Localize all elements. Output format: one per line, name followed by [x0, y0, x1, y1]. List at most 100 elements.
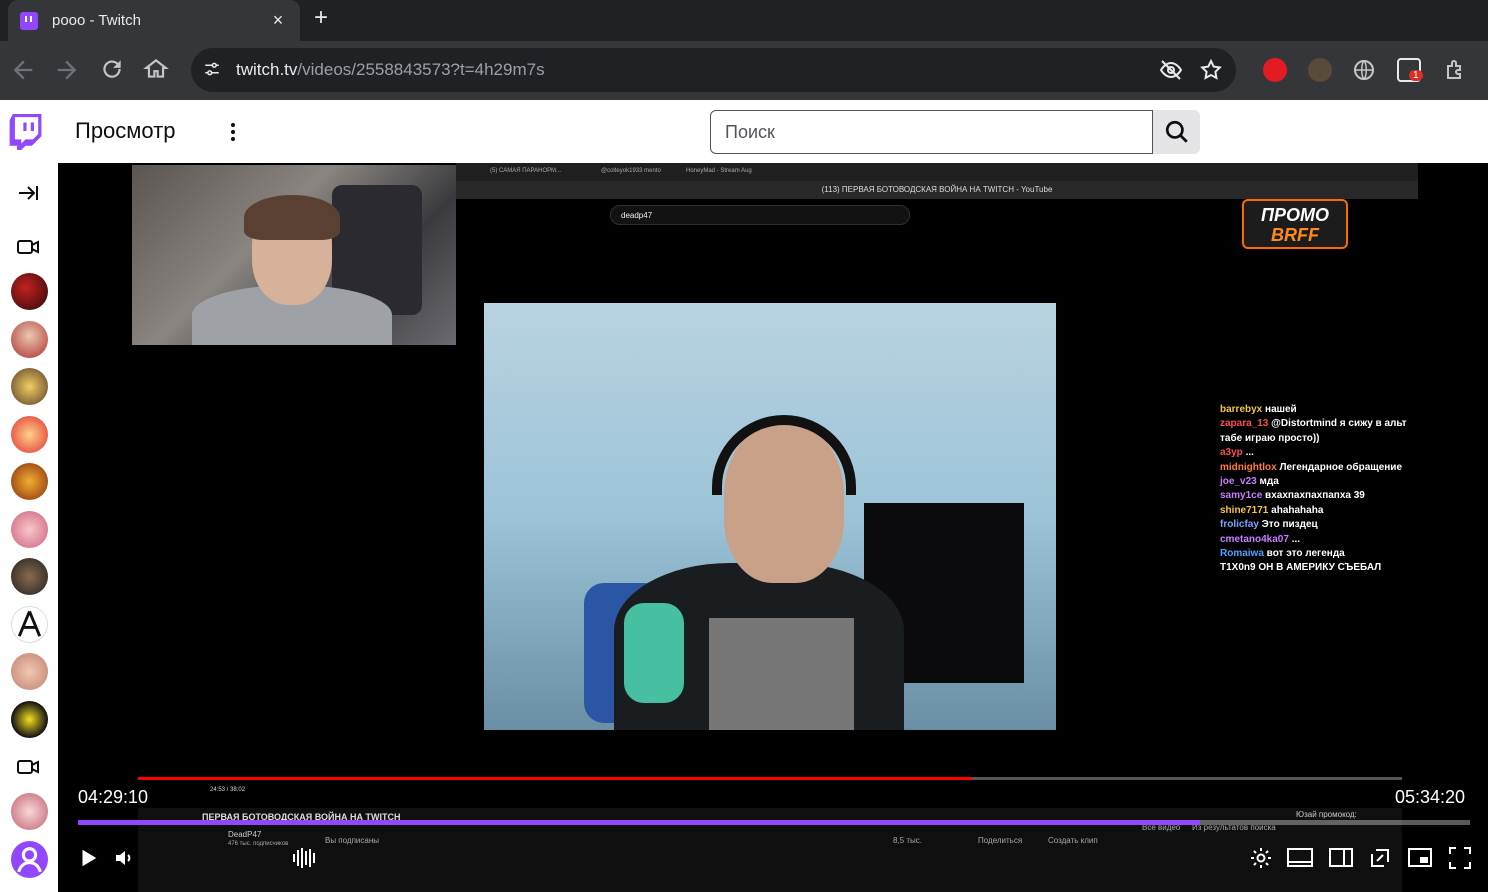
- extensions-puzzle-icon[interactable]: [1443, 58, 1467, 82]
- search-button[interactable]: [1153, 110, 1200, 154]
- chat-message: T1X0n9 ОН В АМЕРИКУ СЪЕБАЛ: [1220, 561, 1420, 575]
- back-arrow-icon: [13, 60, 33, 80]
- yt-time: 24:53 / 38:02: [210, 787, 246, 793]
- chat-username: barrebyx: [1220, 404, 1263, 415]
- chat-message: samy1ce вхахпахпахпапха 39: [1220, 489, 1420, 503]
- chat-message: joe_v23 мда: [1220, 475, 1420, 489]
- fullscreen-button[interactable]: [1445, 843, 1475, 873]
- channel-avatar-8[interactable]: [11, 606, 48, 643]
- promo-brff-logo: ПРОМО BRFF: [1242, 199, 1348, 249]
- home-icon: [143, 58, 169, 78]
- chat-username: frolicfay: [1220, 519, 1259, 531]
- video-player[interactable]: (5) САМАЯ ПАРАНОРМ... @colteyok1933 ment…: [58, 163, 1488, 892]
- chat-text: нашей: [1262, 404, 1297, 415]
- channel-avatar-6[interactable]: [11, 511, 48, 548]
- stream-chat-overlay: barrebyx нашей zapara_13 @Distortmind я с…: [1220, 403, 1420, 576]
- chat-message: midnightlox Легендарное обращение: [1220, 461, 1420, 475]
- seek-bar-progress: [78, 820, 1200, 825]
- channel-avatar-12[interactable]: [11, 841, 48, 878]
- url-host: twitch.tv: [236, 60, 298, 79]
- home-button[interactable]: [143, 56, 171, 84]
- chat-text: вот это легенда: [1263, 548, 1345, 560]
- twitch-logo-icon[interactable]: [9, 114, 42, 150]
- chat-username: zapara_13: [1220, 418, 1269, 430]
- chat-username: shine7171: [1220, 504, 1269, 516]
- back-button[interactable]: [9, 56, 37, 84]
- url-path: /videos/2558843573?t=4h29m7s: [297, 60, 545, 79]
- channel-avatar-5[interactable]: [11, 463, 48, 500]
- volume-icon: [116, 851, 131, 865]
- forward-arrow-icon: [57, 60, 77, 80]
- tab-close-icon[interactable]: ×: [268, 10, 288, 31]
- bookmark-star-icon[interactable]: [1199, 58, 1223, 82]
- browse-link[interactable]: Просмотр: [75, 118, 175, 144]
- address-bar[interactable]: twitch.tv/videos/2558843573?t=4h29m7s: [191, 48, 1236, 92]
- chat-username: cmetano4ka07: [1220, 533, 1289, 545]
- settings-button[interactable]: [1246, 843, 1276, 873]
- side-panel-button[interactable]: [1326, 843, 1356, 873]
- channel-avatar-4[interactable]: [11, 416, 48, 453]
- chat-username: samy1ce: [1220, 490, 1263, 502]
- side-panel-icon: [1329, 848, 1353, 867]
- forward-button[interactable]: [53, 56, 81, 84]
- extension-red-icon[interactable]: [1263, 58, 1287, 82]
- reload-button[interactable]: [99, 56, 127, 84]
- yt-tab-1: (5) САМАЯ ПАРАНОРМ...: [490, 168, 562, 174]
- channel-avatar-2[interactable]: [11, 321, 48, 358]
- chat-username: joe_v23: [1220, 476, 1257, 488]
- chat-text: ahahahaha: [1268, 504, 1324, 516]
- channel-avatar-10[interactable]: [11, 701, 48, 738]
- chat-message: frolicfay Это пиздец: [1220, 518, 1420, 532]
- yt-progress-bar: [138, 777, 1402, 780]
- site-settings-icon[interactable]: [203, 60, 221, 78]
- channel-avatar-1[interactable]: [11, 273, 48, 310]
- seek-bar[interactable]: [78, 820, 1470, 825]
- theatre-mode-button[interactable]: [1285, 843, 1315, 873]
- chat-username: T1X0n9: [1220, 562, 1256, 574]
- chat-text: Это пиздец: [1258, 519, 1318, 531]
- channel-avatar-7[interactable]: [11, 558, 48, 595]
- current-time: 04:29:10: [78, 787, 149, 807]
- promo-line-1: ПРОМО: [1261, 205, 1329, 225]
- play-button[interactable]: [73, 843, 103, 873]
- total-time: 05:34:20: [1395, 787, 1466, 807]
- mini-player-button[interactable]: [1405, 843, 1435, 873]
- chat-text: Легендарное обращение: [1276, 461, 1403, 473]
- play-icon: [82, 849, 97, 867]
- extension-badge-icon[interactable]: 1: [1397, 58, 1423, 82]
- globe-icon[interactable]: [1352, 58, 1376, 82]
- channel-avatar-3[interactable]: [11, 368, 48, 405]
- side-nav: [0, 163, 58, 892]
- mute-button[interactable]: [110, 843, 140, 873]
- chat-text: ОН В АМЕРИКУ СЪЕБАЛ: [1255, 562, 1382, 574]
- search-input[interactable]: [710, 110, 1153, 154]
- channel-avatar-11[interactable]: [11, 793, 48, 830]
- chat-message: cmetano4ka07 ...: [1220, 533, 1420, 547]
- more-menu-icon[interactable]: [226, 120, 240, 144]
- chat-username: a3yp: [1220, 447, 1243, 459]
- yt-window-title: (113) ПЕРВАЯ БОТОВОДСКАЯ ВОЙНА НА TWITCH…: [456, 181, 1418, 199]
- url-text: twitch.tv/videos/2558843573?t=4h29m7s: [236, 60, 545, 80]
- clip-button[interactable]: [1365, 843, 1395, 873]
- chat-text: ...: [1242, 447, 1254, 459]
- eye-off-icon[interactable]: [1159, 58, 1183, 82]
- clip-icon: [1371, 849, 1389, 867]
- chat-message: zapara_13 @Distortmind я сижу в альт таб…: [1220, 417, 1420, 446]
- yt-search-box: deadp47: [610, 205, 910, 225]
- promo-line-2: BRFF: [1271, 225, 1319, 245]
- gear-icon: [1251, 848, 1271, 868]
- channel-avatar-9[interactable]: [11, 653, 48, 690]
- yt-tab-3: HoneyMad - Stream Aug: [686, 168, 752, 174]
- yt-channel: DeadP47: [228, 830, 262, 839]
- expand-sidenav-icon[interactable]: [16, 181, 40, 205]
- browser-tab[interactable]: pooo - Twitch ×: [8, 0, 300, 41]
- chat-text: мда: [1256, 476, 1279, 488]
- browser-tab-strip: pooo - Twitch × +: [0, 0, 1488, 41]
- theatre-mode-icon: [1287, 848, 1313, 867]
- reload-icon: [103, 60, 121, 78]
- extension-figure-icon[interactable]: [1308, 58, 1332, 82]
- yt-promo-text: Юзай промокод:: [1296, 810, 1357, 819]
- yt-tab-2: @colteyok1933 mento: [601, 168, 661, 174]
- yt-browser-tabs: (5) САМАЯ ПАРАНОРМ... @colteyok1933 ment…: [456, 163, 1418, 181]
- new-tab-button[interactable]: +: [314, 4, 328, 32]
